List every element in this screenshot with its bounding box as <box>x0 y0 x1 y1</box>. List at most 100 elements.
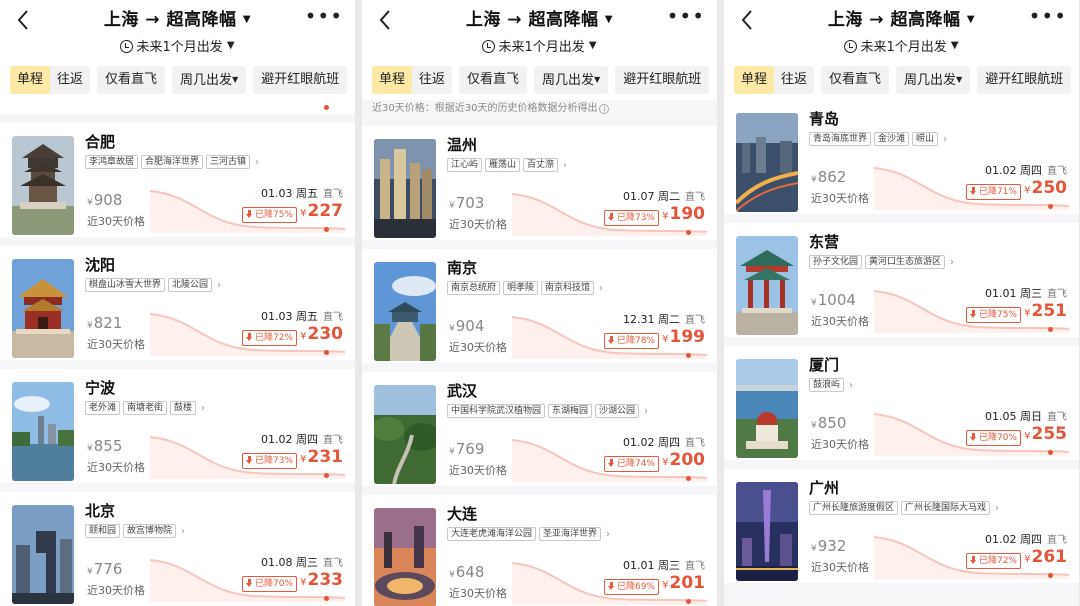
list-item[interactable]: 北京 颐和园 故宫博物院 › ¥776 近30天价格 01.08 周三 直飞 已降70… <box>0 492 355 606</box>
list-item[interactable] <box>0 100 355 114</box>
current-price-value: 227 <box>307 201 344 221</box>
attraction-tags[interactable]: 棋盘山冰雪大世界 北陵公园 › <box>85 278 221 292</box>
departure-date: 01.01 周三 直飞 <box>623 557 705 573</box>
attraction-tags[interactable]: 大连老虎滩海洋公园 圣亚海洋世界 › <box>447 527 610 541</box>
historical-price-label: 近30天价格 <box>811 438 869 451</box>
historical-price-value: 648 <box>455 563 485 581</box>
list-item[interactable]: 南京 南京总统府 明孝陵 南京科技馆 › ¥904 近30天价格 12.31 周二 直飞… <box>362 249 717 363</box>
route-title[interactable]: 上海 → 超高降幅 ▼ <box>724 5 1079 30</box>
departure-date-text: 01.07 周二 <box>623 190 680 203</box>
list-item[interactable]: 青岛 青岛海底世界 金沙滩 崂山 › ¥862 近30天价格 01.02 周四 直飞 已… <box>724 100 1079 214</box>
direct-only-filter[interactable]: 仅看直飞 <box>97 66 166 94</box>
weekday-filter-label: 周几出发 <box>542 73 595 88</box>
attraction-tags[interactable]: 李鸿章故居 合肥海洋世界 三河古镇 › <box>85 155 259 169</box>
direct-only-filter[interactable]: 仅看直飞 <box>459 66 528 94</box>
attraction-tags[interactable]: 鼓浪屿 › <box>809 378 853 392</box>
attraction-tags[interactable]: 青岛海底世界 金沙滩 崂山 › <box>809 132 947 146</box>
more-icon[interactable]: ••• <box>305 4 343 28</box>
avoid-redeye-filter[interactable]: 避开红眼航班 <box>977 66 1072 94</box>
direct-flight-label: 直飞 <box>323 558 343 569</box>
date-range-text: 未来1个月出发 <box>498 40 585 55</box>
historical-price: ¥821 <box>87 314 122 332</box>
discount-badge: 已降72% <box>241 330 297 346</box>
currency-symbol: ¥ <box>811 175 817 185</box>
city-photo <box>374 139 436 238</box>
city-photo <box>12 505 74 604</box>
list-item[interactable]: 东营 孙子文化园 黄河口生态旅游区 › ¥1004 近30天价格 01.01 周三直… <box>724 223 1079 337</box>
attraction-tag: 鼓浪屿 <box>809 378 845 392</box>
chevron-right-icon: › <box>201 402 206 414</box>
departure-date-text: 01.08 周三 <box>261 556 318 569</box>
attraction-tags[interactable]: 颐和园 故宫博物院 › <box>85 524 185 538</box>
city-name: 合肥 <box>85 133 116 151</box>
direct-flight-label: 直飞 <box>685 192 705 203</box>
date-range-selector[interactable]: 未来1个月出发 ▼ <box>362 36 717 55</box>
direct-only-filter[interactable]: 仅看直飞 <box>821 66 890 94</box>
list-item[interactable]: 厦门 鼓浪屿 › ¥850 近30天价格 01.05 周日 直飞 已降70% ¥25… <box>724 346 1079 460</box>
tab-one-way[interactable]: 单程 <box>734 66 775 94</box>
list-item[interactable]: 沈阳 棋盘山冰雪大世界 北陵公园 › ¥821 近30天价格 01.03 周五 直飞 … <box>0 246 355 360</box>
currency-symbol: ¥ <box>87 567 93 577</box>
attraction-tags[interactable]: 广州长隆旅游度假区 广州长隆国际大马戏 › <box>809 501 999 515</box>
list-item[interactable]: 广州 广州长隆旅游度假区 广州长隆国际大马戏 › ¥932 近30天价格 01.02… <box>724 469 1079 583</box>
historical-price-value: 821 <box>93 314 123 332</box>
current-price-value: 251 <box>1031 301 1068 321</box>
tab-round-trip[interactable]: 往返 <box>774 66 814 94</box>
currency-symbol: ¥ <box>300 454 307 465</box>
currency-symbol: ¥ <box>449 447 455 457</box>
attraction-tag: 孙子文化园 <box>809 255 863 269</box>
weekday-filter[interactable]: 周几出发▼ <box>172 66 247 94</box>
attraction-tags[interactable]: 江心屿 雁荡山 百丈漈 › <box>447 158 567 172</box>
date-range-selector[interactable]: 未来1个月出发 ▼ <box>0 36 355 55</box>
list-item[interactable]: 合肥 李鸿章故居 合肥海洋世界 三河古镇 › ¥908 近30天价格 01.03 周五… <box>0 123 355 237</box>
discount-badge: 已降72% <box>965 553 1021 569</box>
discount-text: 已降74% <box>616 459 655 469</box>
tab-one-way[interactable]: 单程 <box>372 66 413 94</box>
list-item[interactable]: 宁波 老外滩 南塘老街 鼓楼 › ¥855 近30天价格 01.02 周四 直飞 已降7… <box>0 369 355 483</box>
attraction-tags[interactable]: 中国科学院武汉植物园 东湖梅园 沙湖公园 › <box>447 404 648 418</box>
route-title[interactable]: 上海 → 超高降幅 ▼ <box>0 5 355 30</box>
currency-symbol: ¥ <box>1024 554 1031 565</box>
avoid-redeye-filter[interactable]: 避开红眼航班 <box>615 66 710 94</box>
results-list: 青岛 青岛海底世界 金沙滩 崂山 › ¥862 近30天价格 01.02 周四 直飞 已… <box>724 100 1079 606</box>
date-range-selector[interactable]: 未来1个月出发 ▼ <box>724 36 1079 55</box>
tab-one-way[interactable]: 单程 <box>10 66 51 94</box>
historical-price-value: 908 <box>93 191 123 209</box>
attraction-tag: 老外滩 <box>85 401 121 415</box>
historical-price-label: 近30天价格 <box>811 315 869 328</box>
more-icon[interactable]: ••• <box>1029 4 1067 28</box>
current-price: ¥227 <box>300 201 343 221</box>
list-item[interactable]: 温州 江心屿 雁荡山 百丈漈 › ¥703 近30天价格 01.07 周二 直飞 已降7… <box>362 126 717 240</box>
info-icon[interactable]: i <box>599 104 610 114</box>
attraction-tag: 圣亚海洋世界 <box>539 527 602 541</box>
arrow-down-icon <box>607 582 615 590</box>
current-price: ¥200 <box>662 450 705 470</box>
more-icon[interactable]: ••• <box>667 4 705 28</box>
attraction-tag: 故宫博物院 <box>123 524 177 538</box>
chevron-right-icon: › <box>849 379 854 391</box>
city-photo <box>12 136 74 235</box>
tab-round-trip[interactable]: 往返 <box>412 66 452 94</box>
city-photo <box>12 259 74 358</box>
historical-price-value: 904 <box>455 317 485 335</box>
results-list: 合肥 李鸿章故居 合肥海洋世界 三河古镇 › ¥908 近30天价格 01.03 周五… <box>0 100 355 606</box>
list-item[interactable]: 大连 大连老虎滩海洋公园 圣亚海洋世界 › ¥648 近30天价格 01.01 周三… <box>362 495 717 606</box>
list-item[interactable]: 武汉 中国科学院武汉植物园 东湖梅园 沙湖公园 › ¥769 近30天价格 01.02… <box>362 372 717 486</box>
weekday-filter[interactable]: 周几出发▼ <box>534 66 609 94</box>
route-title[interactable]: 上海 → 超高降幅 ▼ <box>362 5 717 30</box>
tab-round-trip[interactable]: 往返 <box>50 66 90 94</box>
departure-date-text: 01.03 周五 <box>261 310 318 323</box>
departure-date: 01.03 周五 直飞 <box>261 185 343 201</box>
weekday-filter[interactable]: 周几出发▼ <box>896 66 971 94</box>
historical-price-label: 近30天价格 <box>87 338 145 351</box>
arrow-down-icon <box>245 456 253 464</box>
attraction-tag: 中国科学院武汉植物园 <box>447 404 546 418</box>
header: 上海 → 超高降幅 ▼ ••• 未来1个月出发 ▼ <box>724 0 1079 64</box>
historical-price-label: 近30天价格 <box>811 192 869 205</box>
attraction-tags[interactable]: 老外滩 南塘老街 鼓楼 › <box>85 401 205 415</box>
current-price: ¥251 <box>1024 301 1067 321</box>
avoid-redeye-filter[interactable]: 避开红眼航班 <box>253 66 348 94</box>
discount-text: 已降70% <box>978 433 1017 443</box>
attraction-tags[interactable]: 南京总统府 明孝陵 南京科技馆 › <box>447 281 603 295</box>
attraction-tags[interactable]: 孙子文化园 黄河口生态旅游区 › <box>809 255 954 269</box>
